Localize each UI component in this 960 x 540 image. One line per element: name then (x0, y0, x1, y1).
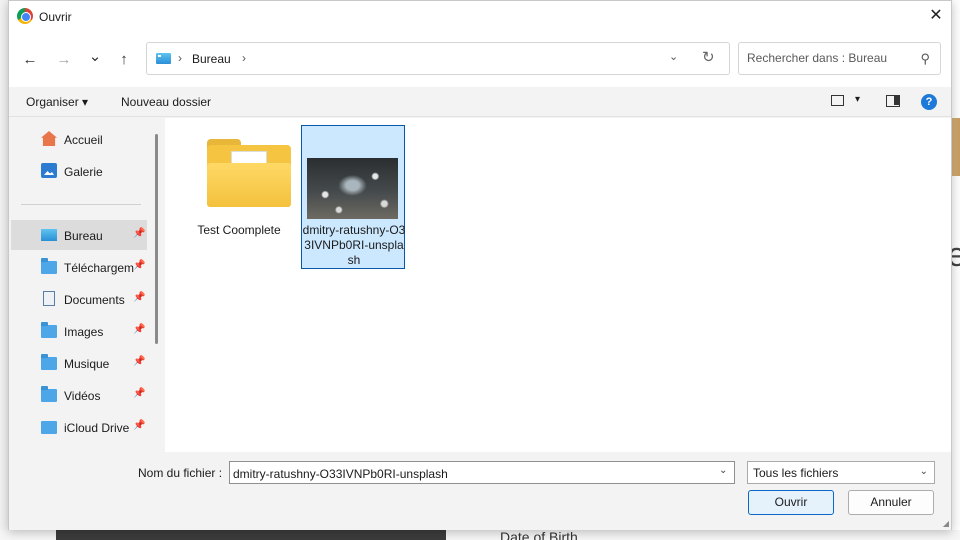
music-folder-icon (41, 354, 57, 370)
sidebar-item-accueil[interactable]: Accueil (11, 124, 147, 154)
navigation-pane: Accueil Galerie Bureau 📌 Téléchargements… (9, 118, 160, 452)
pin-icon: 📌 (133, 324, 146, 335)
back-button[interactable]: ← (18, 48, 42, 72)
image-thumbnail (307, 158, 398, 219)
open-button[interactable]: Ouvrir (748, 490, 834, 515)
desktop-icon (156, 53, 171, 64)
videos-folder-icon (41, 386, 57, 402)
file-list: Test Coomplete dmitry-ratushny-O33IVNPb0… (165, 118, 951, 452)
pin-icon: 📌 (133, 420, 146, 431)
sidebar-item-label: Bureau (64, 229, 103, 243)
sidebar-item-telechargements[interactable]: Téléchargements 📌 (11, 252, 147, 282)
filetype-value: Tous les fichiers (753, 466, 839, 480)
view-dropdown-icon[interactable]: ▾ (855, 94, 860, 105)
breadcrumb-separator[interactable]: › (242, 51, 246, 65)
sidebar-item-bureau[interactable]: Bureau 📌 (11, 220, 147, 250)
background-image (952, 118, 960, 176)
sidebar-item-icloud-drive[interactable]: iCloud Drive 📌 (11, 412, 147, 442)
breadcrumb-separator[interactable]: › (178, 51, 182, 65)
pin-icon: 📌 (133, 388, 146, 399)
title-bar: Ouvrir ✕ (9, 1, 951, 33)
home-icon (41, 131, 57, 146)
sidebar-item-documents[interactable]: Documents 📌 (11, 284, 147, 314)
resize-grip-icon[interactable]: ◢ (943, 519, 949, 528)
pin-icon: 📌 (133, 356, 146, 367)
file-name: Test Coomplete (197, 223, 281, 237)
preview-pane-icon[interactable] (886, 95, 900, 107)
filetype-select[interactable]: Tous les fichiers ⌄ (747, 461, 935, 484)
desktop-icon (41, 229, 57, 241)
sidebar-item-galerie[interactable]: Galerie (11, 156, 147, 186)
folder-icon (207, 139, 293, 209)
file-name: dmitry-ratushny-O33IVNPb0RI-unsplash (302, 223, 406, 267)
bottom-panel: Nom du fichier : ⌄ Tous les fichiers ⌄ O… (9, 452, 951, 530)
sidebar-item-videos[interactable]: Vidéos 📌 (11, 380, 147, 410)
sidebar-item-label: Téléchargements (64, 261, 134, 275)
file-item-image[interactable]: dmitry-ratushny-O33IVNPb0RI-unsplash (301, 125, 405, 269)
sidebar-item-images[interactable]: Images 📌 (11, 316, 147, 346)
dialog-title: Ouvrir (39, 10, 72, 24)
filename-dropdown-icon[interactable]: ⌄ (719, 465, 727, 476)
navigation-bar: ← → ⌄ ↑ › Bureau › ⌄ ↻ ⚲ (9, 33, 951, 87)
downloads-folder-icon (41, 258, 57, 274)
pictures-folder-icon (41, 322, 57, 338)
forward-button[interactable]: → (52, 48, 76, 72)
documents-icon (43, 291, 55, 306)
new-folder-button[interactable]: Nouveau dossier (121, 95, 211, 109)
sidebar-divider (21, 204, 141, 205)
pin-icon: 📌 (133, 292, 146, 303)
sidebar-item-label: iCloud Drive (64, 421, 130, 435)
sidebar-item-label: Accueil (64, 133, 103, 147)
icloud-folder-icon (41, 421, 57, 434)
sidebar-item-musique[interactable]: Musique 📌 (11, 348, 147, 378)
sidebar-item-label: Vidéos (64, 389, 101, 403)
background-dob-label: Date of Birth (500, 529, 578, 540)
breadcrumb-bureau[interactable]: Bureau (192, 52, 231, 66)
pin-icon: 📌 (133, 260, 146, 271)
organize-menu[interactable]: Organiser ▾ (26, 95, 88, 109)
search-box[interactable]: ⚲ (738, 42, 941, 75)
up-button[interactable]: ↑ (112, 48, 136, 72)
background-dark-bar (56, 530, 446, 540)
open-file-dialog: Ouvrir ✕ ← → ⌄ ↑ › Bureau › ⌄ ↻ ⚲ Organi… (8, 0, 952, 530)
sidebar-item-label: Musique (64, 357, 110, 371)
search-icon[interactable]: ⚲ (920, 51, 930, 67)
filename-label: Nom du fichier : (138, 466, 223, 480)
cancel-button[interactable]: Annuler (848, 490, 934, 515)
chrome-icon (17, 8, 33, 24)
command-bar: Organiser ▾ Nouveau dossier ▾ ? (9, 87, 951, 117)
refresh-icon[interactable]: ↻ (702, 48, 715, 66)
recent-locations-button[interactable]: ⌄ (83, 45, 107, 69)
sidebar-scrollbar[interactable] (155, 134, 158, 344)
address-bar[interactable]: › Bureau › ⌄ ↻ (146, 42, 730, 75)
view-options-icon[interactable] (831, 95, 844, 106)
search-input[interactable] (747, 51, 907, 65)
filename-input[interactable] (229, 461, 735, 484)
gallery-icon (41, 163, 57, 178)
close-button[interactable]: ✕ (921, 1, 951, 33)
pin-icon: 📌 (133, 228, 146, 239)
sidebar-item-label: Images (64, 325, 104, 339)
sidebar-item-label: Galerie (64, 165, 103, 179)
file-item-folder[interactable]: Test Coomplete (187, 125, 291, 269)
address-dropdown-icon[interactable]: ⌄ (669, 50, 678, 63)
chevron-down-icon: ⌄ (919, 466, 928, 477)
help-icon[interactable]: ? (921, 94, 937, 110)
sidebar-item-label: Documents (64, 293, 125, 307)
